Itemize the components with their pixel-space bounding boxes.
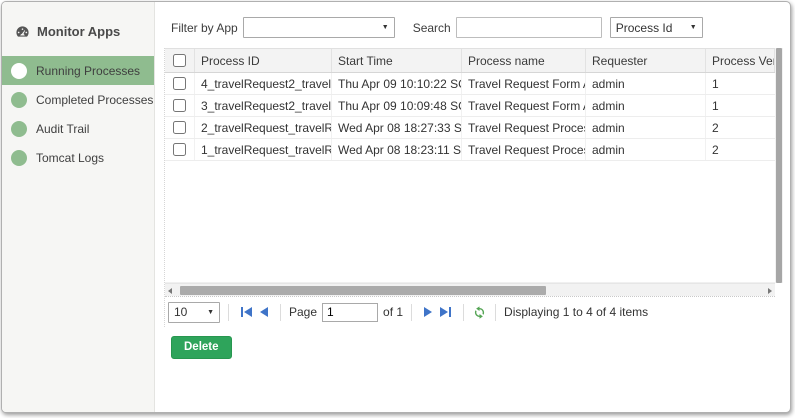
sidebar-header: Monitor Apps xyxy=(2,2,154,39)
horizontal-scrollbar[interactable] xyxy=(165,283,775,296)
column-header-process-version[interactable]: Process Version xyxy=(706,49,775,72)
chevron-down-icon: ▼ xyxy=(382,24,389,31)
cell-process-id: 3_travelRequest2_travelRe xyxy=(195,95,332,116)
cell-requester: admin xyxy=(586,95,706,116)
sidebar-item-running-processes[interactable]: Running Processes xyxy=(2,56,154,85)
page-number-input[interactable] xyxy=(322,303,378,322)
sidebar-item-label: Audit Trail xyxy=(36,122,89,136)
cell-process-version: 2 xyxy=(706,117,775,138)
cell-process-version: 1 xyxy=(706,73,775,94)
table-row[interactable]: 1_travelRequest_travelReq Wed Apr 08 18:… xyxy=(165,139,775,161)
previous-page-button[interactable] xyxy=(260,307,268,317)
sidebar-item-completed-processes[interactable]: Completed Processes xyxy=(2,85,154,114)
sidebar-item-audit-trail[interactable]: Audit Trail xyxy=(2,114,154,143)
cell-start-time: Thu Apr 09 10:10:22 SGT 2 xyxy=(332,73,462,94)
column-header-start-time[interactable]: Start Time xyxy=(332,49,462,72)
table-row[interactable]: 2_travelRequest_travelReq Wed Apr 08 18:… xyxy=(165,117,775,139)
search-input[interactable] xyxy=(456,17,602,38)
refresh-icon[interactable] xyxy=(472,305,487,320)
cell-start-time: Wed Apr 08 18:23:11 SGT xyxy=(332,139,462,160)
cell-requester: admin xyxy=(586,117,706,138)
column-header-process-name[interactable]: Process name xyxy=(462,49,586,72)
cell-process-version: 2 xyxy=(706,139,775,160)
grid-body: 4_travelRequest2_travelRe Thu Apr 09 10:… xyxy=(165,73,775,283)
scroll-left-icon[interactable] xyxy=(168,288,172,294)
page-of-label: of 1 xyxy=(383,305,403,319)
last-page-button[interactable] xyxy=(440,307,451,317)
bullet-circle-icon xyxy=(11,121,27,137)
sidebar-item-tomcat-logs[interactable]: Tomcat Logs xyxy=(2,143,154,172)
row-checkbox[interactable] xyxy=(173,77,186,90)
divider xyxy=(463,304,464,321)
filter-by-app-select[interactable]: ▼ xyxy=(243,17,395,38)
pagination-bar: 10 ▼ Page of 1 xyxy=(165,296,775,327)
cell-process-id: 1_travelRequest_travelReq xyxy=(195,139,332,160)
vertical-scrollbar[interactable] xyxy=(775,48,783,283)
page-label: Page xyxy=(289,305,317,319)
chevron-down-icon: ▼ xyxy=(690,24,697,31)
select-all-cell xyxy=(165,49,195,72)
search-label: Search xyxy=(413,21,451,35)
row-checkbox[interactable] xyxy=(173,121,186,134)
cell-process-name: Travel Request Form Appro xyxy=(462,95,586,116)
chevron-down-icon: ▼ xyxy=(207,309,214,316)
sidebar-title: Monitor Apps xyxy=(37,24,120,39)
page-size-select[interactable]: 10 ▼ xyxy=(168,302,220,323)
process-grid: Process ID Start Time Process name Reque… xyxy=(164,48,783,327)
sidebar-nav: Running Processes Completed Processes Au… xyxy=(2,56,154,172)
sidebar-item-label: Tomcat Logs xyxy=(36,151,104,165)
scroll-right-icon[interactable] xyxy=(768,288,772,294)
next-page-button[interactable] xyxy=(424,307,432,317)
search-field-select[interactable]: Process Id ▼ xyxy=(610,17,703,38)
dashboard-icon xyxy=(15,24,30,39)
search-field-value: Process Id xyxy=(616,21,673,35)
sidebar-item-label: Completed Processes xyxy=(36,93,153,107)
cell-process-name: Travel Request Form Appro xyxy=(462,73,586,94)
cell-requester: admin xyxy=(586,73,706,94)
page-size-value: 10 xyxy=(174,305,187,319)
cell-process-name: Travel Request Process xyxy=(462,117,586,138)
filter-toolbar: Filter by App ▼ Search Process Id ▼ xyxy=(171,17,703,38)
bullet-circle-icon xyxy=(11,150,27,166)
sidebar-item-label: Running Processes xyxy=(36,64,140,78)
cell-process-id: 4_travelRequest2_travelRe xyxy=(195,73,332,94)
cell-process-name: Travel Request Process xyxy=(462,139,586,160)
grid-header-row: Process ID Start Time Process name Reque… xyxy=(165,48,775,73)
bullet-circle-icon xyxy=(11,63,27,79)
vertical-scrollbar-thumb[interactable] xyxy=(776,48,782,283)
table-row[interactable]: 4_travelRequest2_travelRe Thu Apr 09 10:… xyxy=(165,73,775,95)
first-page-button[interactable] xyxy=(241,307,252,317)
cell-process-id: 2_travelRequest_travelReq xyxy=(195,117,332,138)
delete-button[interactable]: Delete xyxy=(171,336,232,359)
column-header-requester[interactable]: Requester xyxy=(586,49,706,72)
horizontal-scrollbar-thumb[interactable] xyxy=(180,286,546,295)
pagination-status: Displaying 1 to 4 of 4 items xyxy=(504,305,648,319)
table-row[interactable]: 3_travelRequest2_travelRe Thu Apr 09 10:… xyxy=(165,95,775,117)
bullet-circle-icon xyxy=(11,92,27,108)
column-header-process-id[interactable]: Process ID xyxy=(195,49,332,72)
sidebar: Monitor Apps Running Processes Completed… xyxy=(2,2,155,412)
cell-requester: admin xyxy=(586,139,706,160)
cell-process-version: 1 xyxy=(706,95,775,116)
row-checkbox[interactable] xyxy=(173,143,186,156)
divider xyxy=(228,304,229,321)
filter-by-app-label: Filter by App xyxy=(171,21,238,35)
cell-start-time: Thu Apr 09 10:09:48 SGT 2 xyxy=(332,95,462,116)
divider xyxy=(411,304,412,321)
cell-start-time: Wed Apr 08 18:27:33 SGT xyxy=(332,117,462,138)
divider xyxy=(280,304,281,321)
divider xyxy=(495,304,496,321)
app-window: Monitor Apps Running Processes Completed… xyxy=(1,1,791,413)
row-checkbox[interactable] xyxy=(173,99,186,112)
select-all-checkbox[interactable] xyxy=(173,54,186,67)
